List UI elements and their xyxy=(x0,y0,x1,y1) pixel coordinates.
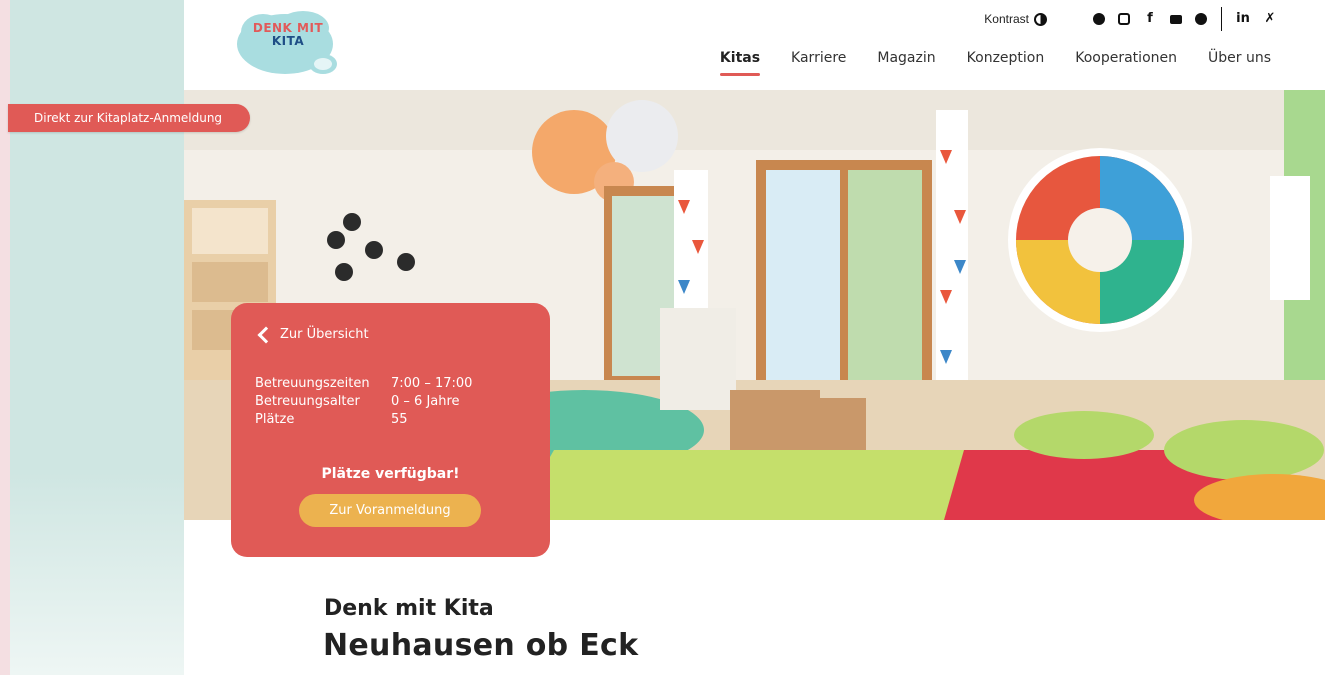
logo-text-line2: KITA xyxy=(271,34,305,48)
social-links: f xyxy=(1093,12,1207,26)
detail-value: 7:00 – 17:00 xyxy=(391,376,473,391)
contrast-label: Kontrast xyxy=(984,12,1029,26)
kitaplatz-anmeldung-button[interactable]: Direkt zur Kitaplatz-Anmeldung xyxy=(8,104,250,132)
detail-row: Plätze 55 xyxy=(255,411,472,429)
chevron-left-icon xyxy=(257,326,275,343)
contrast-icon xyxy=(1034,12,1047,26)
voranmeldung-button[interactable]: Zur Voranmeldung xyxy=(299,494,481,527)
nav-item-ueber-uns[interactable]: Über uns xyxy=(1208,50,1271,66)
detail-row: Betreuungsalter 0 – 6 Jahre xyxy=(255,393,472,411)
sidebar-panel xyxy=(10,0,184,675)
back-to-overview-link[interactable]: Zur Übersicht xyxy=(256,326,369,343)
logo[interactable]: DENK MIT KITA xyxy=(233,6,343,80)
detail-value: 55 xyxy=(391,412,408,427)
page-subtitle: Denk mit Kita xyxy=(324,596,494,621)
kita-info-card: Zur Übersicht Betreuungszeiten 7:00 – 17… xyxy=(231,303,550,557)
care-details: Betreuungszeiten 7:00 – 17:00 Betreuungs… xyxy=(255,375,472,429)
spotify-icon[interactable] xyxy=(1195,13,1207,25)
detail-value: 0 – 6 Jahre xyxy=(391,394,460,409)
facebook-icon[interactable]: f xyxy=(1143,12,1157,26)
linkedin-icon[interactable]: in xyxy=(1236,12,1250,26)
professional-links: in ✗ xyxy=(1236,12,1277,26)
nav-item-kooperationen[interactable]: Kooperationen xyxy=(1075,50,1177,66)
page-frame xyxy=(0,0,10,675)
detail-key: Betreuungsalter xyxy=(255,394,360,409)
nav-item-karriere[interactable]: Karriere xyxy=(791,50,846,66)
main-navigation: Kitas Karriere Magazin Konzeption Kooper… xyxy=(719,50,1271,76)
youtube-icon[interactable] xyxy=(1170,14,1182,24)
xing-icon[interactable]: ✗ xyxy=(1263,12,1277,26)
pinterest-icon[interactable] xyxy=(1093,13,1105,25)
nav-item-magazin[interactable]: Magazin xyxy=(877,50,935,66)
contrast-toggle[interactable]: Kontrast xyxy=(984,12,1047,26)
social-divider xyxy=(1221,7,1222,31)
nav-item-konzeption[interactable]: Konzeption xyxy=(967,50,1045,66)
availability-status: Plätze verfügbar! xyxy=(321,466,460,482)
utility-bar: Kontrast f in ✗ xyxy=(984,7,1277,31)
back-link-label: Zur Übersicht xyxy=(280,327,369,342)
detail-key: Betreuungszeiten xyxy=(255,376,370,391)
nav-item-kitas[interactable]: Kitas xyxy=(719,50,761,76)
page-title: Neuhausen ob Eck xyxy=(323,628,639,663)
detail-key: Plätze xyxy=(255,412,295,427)
site-header: DENK MIT KITA Kontrast f in ✗ Kitas Karr… xyxy=(184,0,1325,90)
instagram-icon[interactable] xyxy=(1118,13,1130,25)
detail-row: Betreuungszeiten 7:00 – 17:00 xyxy=(255,375,472,393)
